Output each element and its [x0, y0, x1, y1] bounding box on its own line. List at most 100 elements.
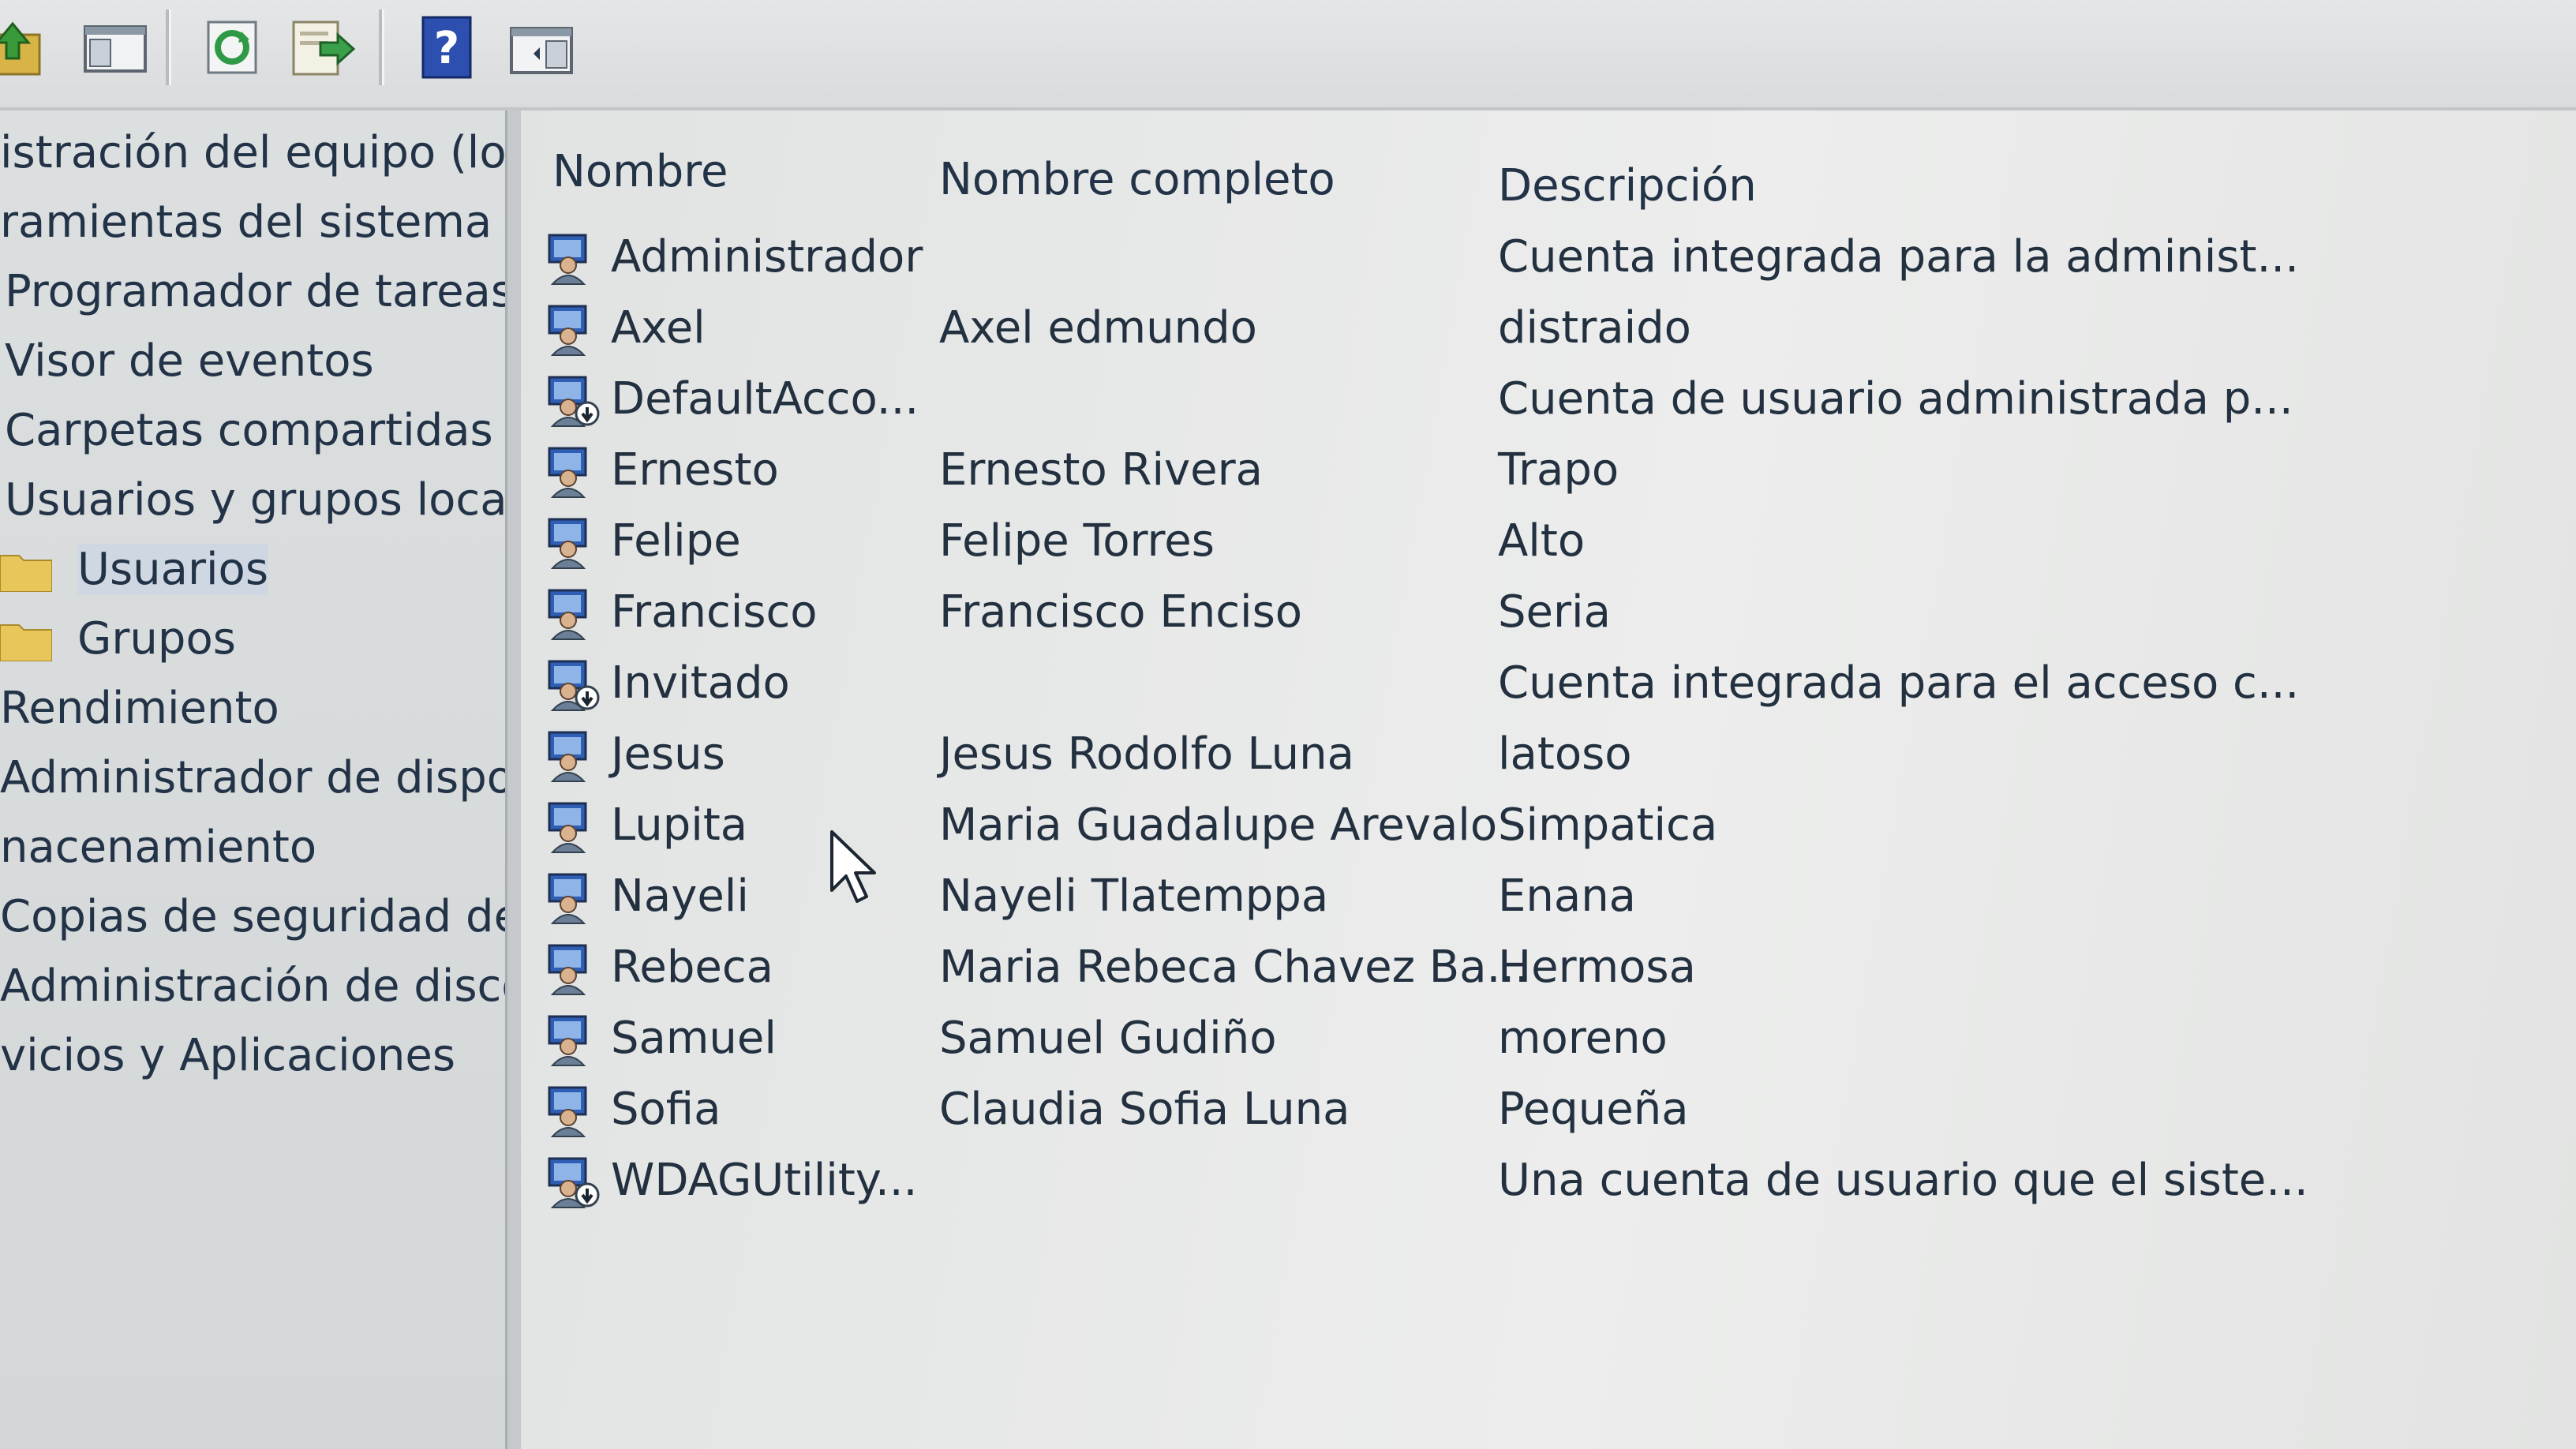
tree-item-label: Grupos [77, 613, 236, 665]
tree-item-event-viewer[interactable]: Visor de eventos [5, 333, 374, 390]
user-icon [545, 444, 603, 499]
user-description-cell: distraido [1498, 302, 1691, 354]
user-full-name-cell: Felipe Torres [939, 515, 1215, 567]
user-full-name-cell: Jesus Rodolfo Luna [939, 728, 1354, 780]
table-row[interactable]: WDAGUtility... Una cuenta de usuario que … [521, 1146, 2576, 1215]
toolbar: ? [0, 0, 2576, 110]
export-list-button[interactable] [286, 11, 358, 84]
tree-item-label: istración del equipo (loc [0, 127, 505, 178]
show-hide-tree-button[interactable] [79, 11, 152, 84]
user-description-cell: Enana [1498, 871, 1636, 922]
table-row[interactable]: Rebeca Maria Rebeca Chavez Ba... Hermosa [521, 933, 2576, 1002]
tree-item-disk-management[interactable]: Administración de disco [0, 958, 505, 1015]
table-row[interactable]: Felipe Felipe Torres Alto [521, 507, 2576, 576]
user-name-cell: Ernesto [611, 444, 779, 496]
console-tree: istración del equipo (loc ramientas del … [0, 110, 505, 1449]
tree-item-label: Copias de seguridad de [0, 891, 505, 942]
tree-item-services-applications[interactable]: vicios y Aplicaciones [0, 1028, 455, 1084]
disabled-user-icon [545, 1154, 603, 1209]
user-full-name-cell: Maria Rebeca Chavez Ba... [939, 942, 1529, 993]
folder-icon [0, 619, 52, 661]
user-full-name-cell: Claudia Sofia Luna [939, 1084, 1350, 1135]
user-name-cell: Administrador [611, 231, 923, 283]
folder-icon [0, 549, 52, 592]
refresh-button[interactable] [197, 11, 270, 84]
user-description-cell: Cuenta integrada para el acceso c... [1498, 657, 2300, 709]
user-description-cell: Pequeña [1498, 1084, 1689, 1135]
user-name-cell: Sofia [611, 1084, 721, 1135]
svg-text:?: ? [434, 23, 459, 74]
table-row[interactable]: Francisco Francisco Enciso Seria [521, 578, 2576, 647]
user-description-cell: Alto [1498, 515, 1586, 567]
tree-item-backup[interactable]: Copias de seguridad de [0, 889, 505, 945]
tree-item-system-tools[interactable]: ramientas del sistema [0, 194, 492, 251]
user-name-cell: Invitado [611, 657, 790, 709]
tree-item-device-manager[interactable]: Administrador de dispo [0, 750, 505, 807]
table-row[interactable]: Invitado Cuenta integrada para el acceso … [521, 649, 2576, 718]
tree-item-storage[interactable]: nacenamiento [0, 819, 316, 876]
table-row[interactable]: Jesus Jesus Rodolfo Luna latoso [521, 720, 2576, 789]
user-name-cell: Jesus [611, 728, 725, 780]
table-row[interactable]: Axel Axel edmundo distraido [521, 294, 2576, 363]
refresh-icon [207, 21, 257, 74]
user-name-cell: Samuel [611, 1013, 777, 1064]
show-hide-action-pane-button[interactable] [505, 11, 578, 84]
user-description-cell: Seria [1498, 586, 1611, 638]
tree-item-users[interactable]: Usuarios [0, 541, 268, 598]
show-hide-action-pane-icon [510, 27, 573, 74]
tree-item-local-users-groups[interactable]: Usuarios y grupos locale [5, 472, 505, 529]
user-name-cell: Felipe [611, 515, 741, 567]
help-icon: ? [421, 16, 472, 79]
tree-item-computer-management[interactable]: istración del equipo (loc [0, 125, 505, 182]
column-header-description[interactable]: Descripción [1498, 158, 1757, 215]
tree-item-label: Visor de eventos [5, 335, 374, 387]
user-description-cell: Hermosa [1498, 942, 1696, 993]
user-full-name-cell: Maria Guadalupe Arevalo [939, 799, 1498, 851]
user-description-cell: Trapo [1498, 444, 1619, 496]
table-row[interactable]: Sofia Claudia Sofia Luna Pequeña [521, 1075, 2576, 1144]
tree-item-label: ramientas del sistema [0, 197, 492, 248]
table-row[interactable]: DefaultAcco... Cuenta de usuario administ… [521, 365, 2576, 434]
tree-item-shared-folders[interactable]: Carpetas compartidas [5, 402, 493, 459]
user-name-cell: Francisco [611, 586, 818, 638]
user-full-name-cell: Francisco Enciso [939, 586, 1303, 638]
tree-item-label: Usuarios y grupos locale [5, 474, 505, 526]
tree-item-label: Programador de tareas [5, 266, 505, 317]
user-icon [545, 799, 603, 854]
disabled-user-icon [545, 657, 603, 712]
computer-management-window: ? istración del equipo (loc ramientas de… [0, 0, 2576, 1449]
tree-item-label: Administrador de dispo [0, 752, 505, 803]
users-list: Nombre Nombre completo Descripción Admin… [521, 110, 2576, 1449]
user-description-cell: moreno [1498, 1013, 1668, 1064]
user-description-cell: Una cuenta de usuario que el siste... [1498, 1155, 2308, 1206]
tree-item-label: vicios y Aplicaciones [0, 1030, 456, 1081]
user-description-cell: latoso [1498, 728, 1632, 780]
tree-item-task-scheduler[interactable]: Programador de tareas [5, 264, 505, 320]
table-row[interactable]: Ernesto Ernesto Rivera Trapo [521, 436, 2576, 505]
table-row[interactable]: Administrador Cuenta integrada para la ad… [521, 223, 2576, 292]
tree-item-performance[interactable]: Rendimiento [0, 680, 279, 737]
user-description-cell: Simpatica [1498, 799, 1718, 851]
show-hide-tree-icon [84, 25, 147, 73]
help-button[interactable]: ? [410, 11, 483, 84]
user-icon [545, 301, 603, 357]
table-row[interactable]: Samuel Samuel Gudiño moreno [521, 1004, 2576, 1073]
user-name-cell: WDAGUtility... [611, 1155, 918, 1206]
tree-item-groups[interactable]: Grupos [0, 611, 236, 668]
user-full-name-cell: Axel edmundo [939, 302, 1257, 354]
toolbar-separator [166, 9, 171, 85]
user-icon [545, 586, 603, 641]
user-icon [545, 515, 603, 570]
column-header-full-name[interactable]: Nombre completo [939, 152, 1335, 208]
up-folder-button[interactable] [0, 11, 49, 84]
toolbar-separator [379, 9, 384, 85]
user-name-cell: Nayeli [611, 871, 749, 922]
column-header-name[interactable]: Nombre [552, 144, 728, 200]
up-folder-icon [0, 21, 41, 76]
export-list-icon [292, 21, 356, 76]
user-icon [545, 870, 603, 925]
user-icon [545, 1083, 603, 1138]
disabled-user-icon [545, 373, 603, 428]
user-icon [545, 728, 603, 783]
tree-item-label: Usuarios [77, 544, 268, 595]
